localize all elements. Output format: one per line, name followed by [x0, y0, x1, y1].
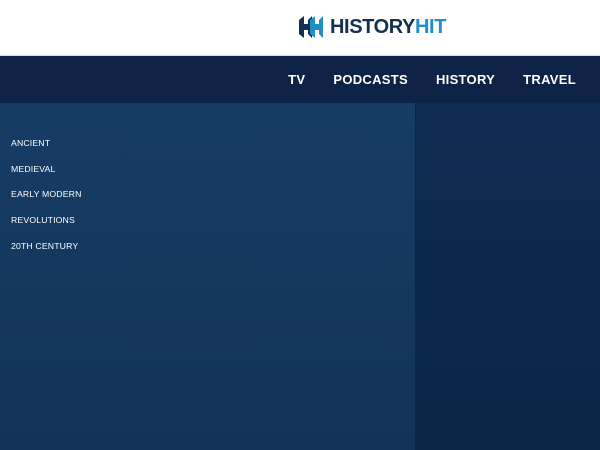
category-item-early-modern[interactable]: EARLY MODERN [0, 187, 415, 213]
category-item-revolutions[interactable]: REVOLUTIONS [0, 213, 415, 239]
history-mega-menu: ANCIENT MEDIEVAL EARLY MODERN REVOLUTION… [0, 103, 600, 450]
mega-menu-category-panel: ANCIENT MEDIEVAL EARLY MODERN REVOLUTION… [0, 103, 416, 450]
nav-item-history[interactable]: HISTORY [422, 56, 509, 103]
main-nav: TV PODCASTS HISTORY TRAVEL [0, 56, 600, 103]
logo-wordmark: HISTORYHIT [330, 13, 446, 41]
main-nav-items: TV PODCASTS HISTORY TRAVEL [274, 56, 600, 103]
category-item-ancient[interactable]: ANCIENT [0, 136, 415, 162]
category-item-20th-century[interactable]: 20TH CENTURY [0, 239, 415, 265]
site-header: HISTORYHIT [0, 0, 600, 56]
category-item-medieval[interactable]: MEDIEVAL [0, 162, 415, 188]
logo-wordmark-accent: HIT [415, 16, 447, 38]
category-list: ANCIENT MEDIEVAL EARLY MODERN REVOLUTION… [0, 136, 415, 264]
logo-wordmark-primary: HISTORY [330, 16, 415, 38]
nav-item-podcasts[interactable]: PODCASTS [319, 56, 422, 103]
nav-item-travel[interactable]: TRAVEL [509, 56, 600, 103]
nav-item-tv[interactable]: TV [274, 56, 319, 103]
history-hit-hh-logo-icon [299, 16, 323, 38]
site-logo[interactable]: HISTORYHIT [297, 13, 446, 41]
mega-menu-content-panel [416, 103, 600, 450]
